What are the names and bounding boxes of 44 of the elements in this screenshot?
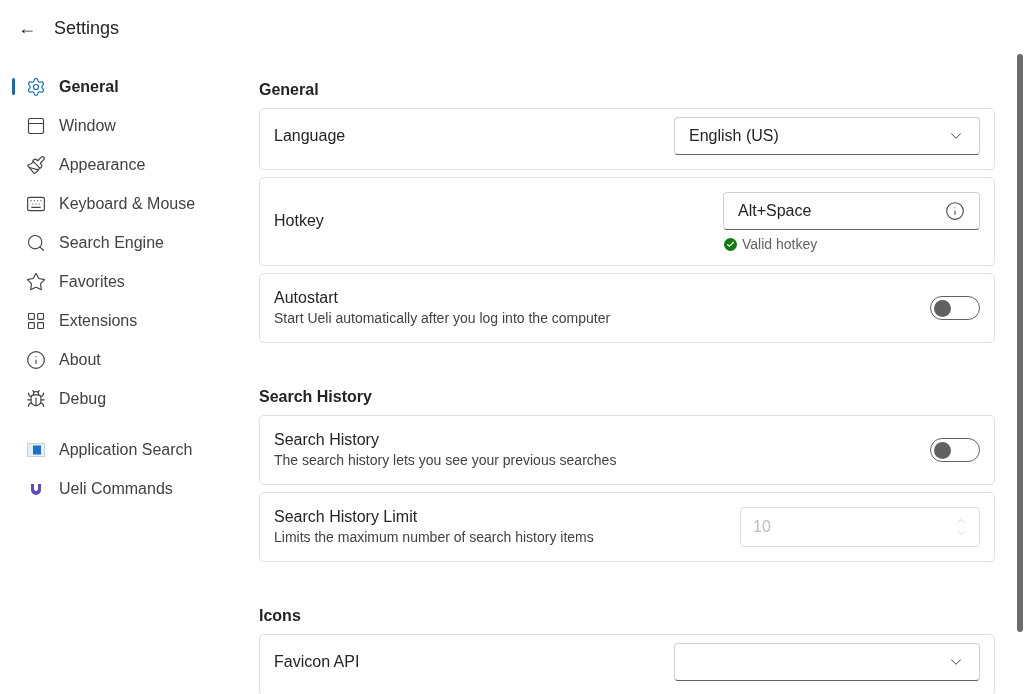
scrollbar[interactable] [1017,54,1023,632]
section-heading: Icons [259,606,302,626]
nav-item[interactable]: Application Search [59,437,193,462]
info-icon [945,201,965,221]
nav-item[interactable]: Search Engine [59,230,164,255]
nav-item[interactable]: Extensions [59,308,138,333]
setting-label: Autostart [274,288,340,308]
nav-item[interactable]: Appearance [59,152,146,177]
back-button[interactable]: ← [18,14,36,42]
setting-label: Language [274,126,346,146]
search-icon [26,232,46,253]
nav-item[interactable]: Favorites [59,269,125,294]
bug-icon [26,388,46,409]
nav-item[interactable]: General [59,74,119,99]
brush-icon [26,154,46,175]
nav-item[interactable]: Keyboard & Mouse [59,191,196,216]
toggle-switch[interactable] [930,438,980,462]
setting-description: The search history lets you see your previous searches [274,451,617,470]
info-icon [26,349,46,370]
nav-item[interactable]: Debug [59,386,107,411]
settings-icon [26,76,46,97]
ueli-logo-icon [30,482,42,495]
nav-item[interactable]: Ueli Commands [59,476,173,501]
setting-description: Limits the maximum number of search history items [274,528,594,547]
hotkey-field[interactable]: Alt+Space [723,192,980,230]
validation-message: Valid hotkey [742,235,818,254]
setting-description: Start Ueli automatically after you log into the computer [274,309,611,328]
nav-item[interactable]: About [59,347,101,372]
setting-label: Search History [274,430,380,450]
setting-label: Hotkey [274,211,324,231]
setting-label: Search History Limit [274,507,419,527]
window-icon [26,115,46,136]
grid-icon [26,310,46,331]
setting-label: Favicon API [274,652,360,672]
section-heading: General [259,80,320,100]
language-select[interactable]: English (US) [674,117,980,155]
section-heading: Search History [259,387,373,407]
app-icon [27,442,45,457]
check-icon [724,238,737,251]
toggle-switch[interactable] [930,296,980,320]
window-title: Settings [54,16,120,40]
nav-item[interactable]: Window [59,113,116,138]
selected-indicator [12,78,15,95]
star-icon [26,271,46,292]
